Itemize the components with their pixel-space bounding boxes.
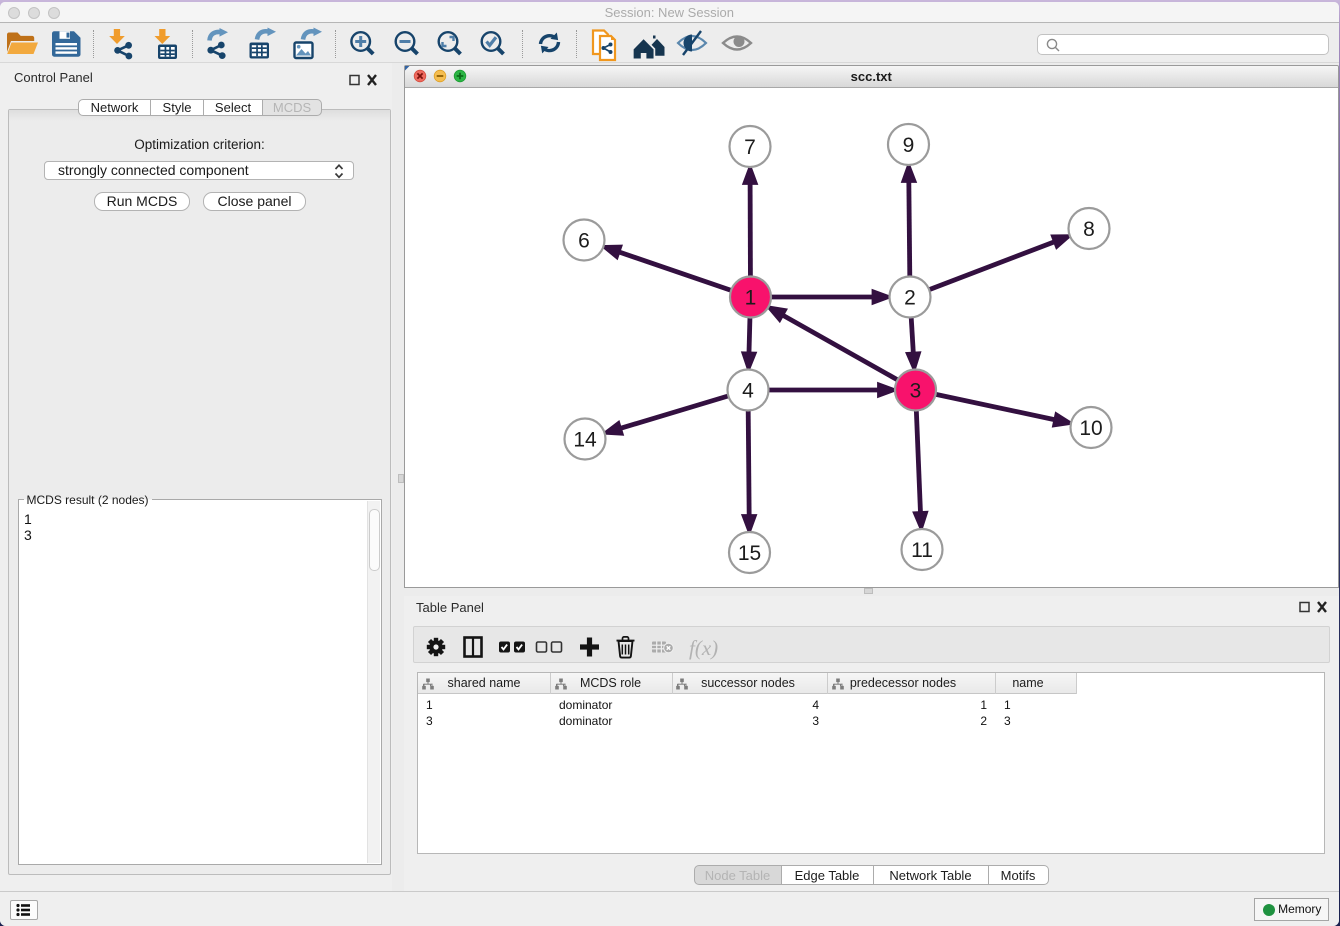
svg-text:3: 3 bbox=[910, 380, 922, 403]
svg-text:15: 15 bbox=[738, 542, 761, 565]
svg-text:11: 11 bbox=[911, 539, 933, 562]
svg-text:9: 9 bbox=[903, 134, 915, 157]
svg-text:8: 8 bbox=[1083, 218, 1095, 241]
svg-text:14: 14 bbox=[573, 429, 597, 452]
svg-text:1: 1 bbox=[745, 287, 757, 310]
svg-text:6: 6 bbox=[578, 230, 590, 253]
svg-text:4: 4 bbox=[742, 380, 754, 403]
svg-text:2: 2 bbox=[904, 287, 916, 310]
svg-text:10: 10 bbox=[1079, 417, 1102, 440]
svg-text:f(x): f(x) bbox=[689, 636, 718, 660]
svg-text:7: 7 bbox=[744, 136, 756, 159]
